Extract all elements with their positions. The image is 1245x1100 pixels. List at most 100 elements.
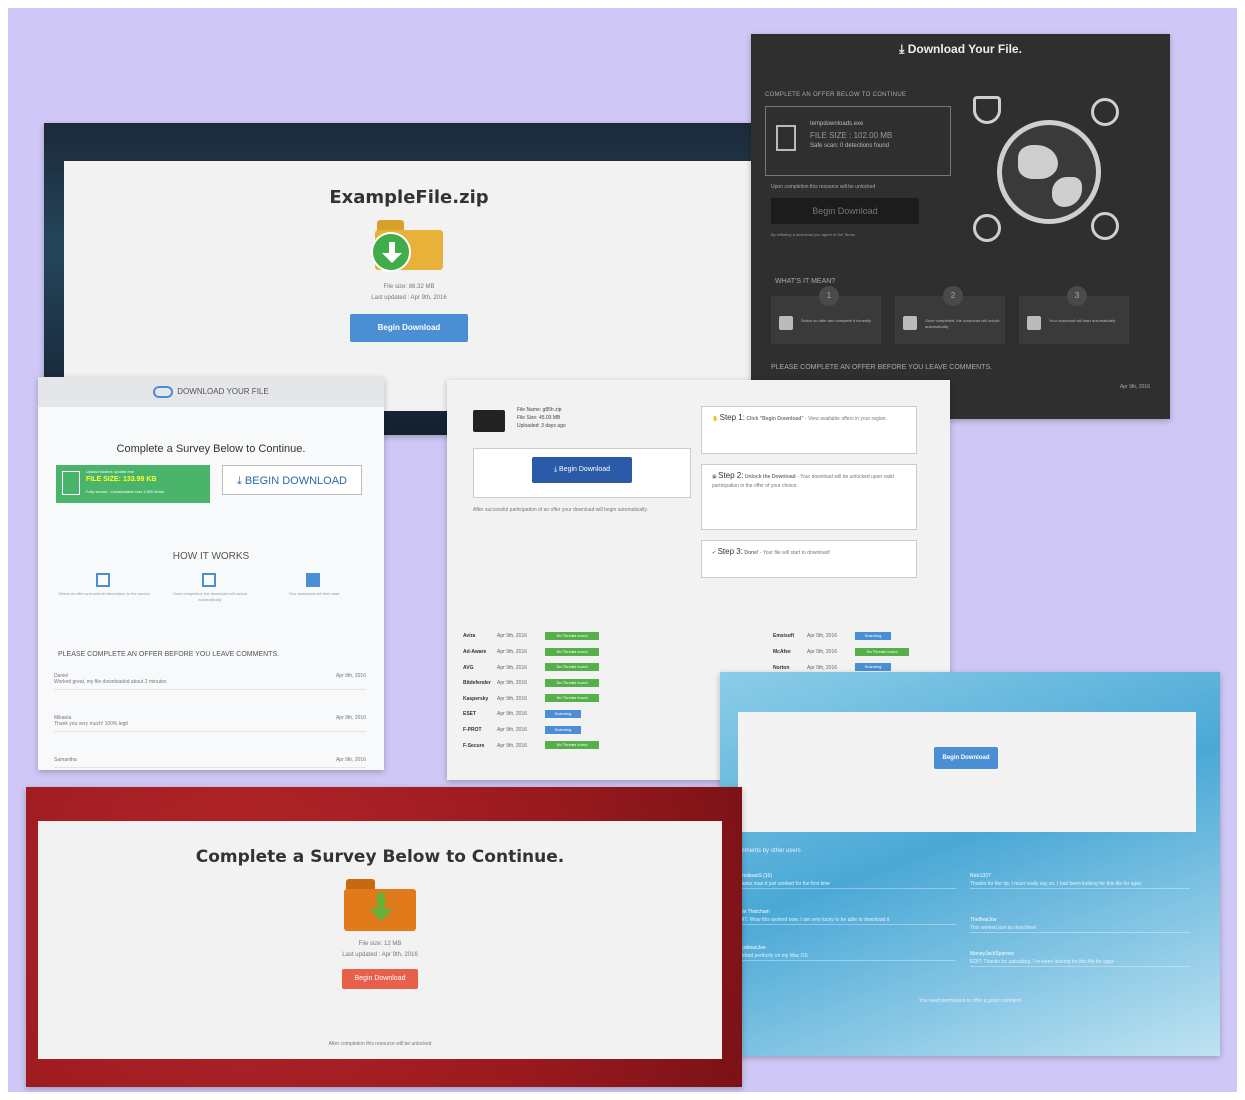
begin-download-button[interactable]: ⤓ Begin Download	[532, 457, 632, 483]
step-text: - Your file will start to download!	[758, 550, 830, 556]
scan-status-badge: No Threats found	[545, 663, 599, 672]
comment-text: EDIT: Wow this worked now. I am very luc…	[736, 917, 890, 923]
download-icon: ⤓	[237, 475, 245, 487]
antivirus-row: F-Secure Apr 9th, 2016 No Threats found	[463, 741, 599, 750]
comment-text: Thank you very much! 100% legit	[54, 721, 128, 727]
antivirus-row: ESET Apr 9th, 2016 Scanning	[463, 710, 581, 718]
comment-item: ChristiaanS (10) Thanks man it just work…	[736, 872, 956, 889]
file-size-text: File size: 12 MB	[358, 941, 402, 947]
scan-date: Apr 9th, 2016	[497, 726, 528, 733]
download-icon: ⤓	[899, 42, 908, 56]
survey-title: Complete a Survey Below to Continue.	[195, 847, 565, 867]
scan-date: Apr 9th, 2016	[497, 711, 528, 718]
antivirus-name: Norton	[773, 664, 790, 671]
uploaded-text: Uploaded: 3 days ago	[517, 423, 566, 429]
lock-icon	[1091, 98, 1119, 126]
how-step-text: Select an offer and submit information t…	[58, 591, 150, 596]
edit-icon	[96, 573, 110, 587]
dark-download-screenshot: ⤓ Download Your File. COMPLETE AN OFFER …	[751, 34, 1170, 419]
red-survey-screenshot: Complete a Survey Below to Continue. Fil…	[26, 787, 742, 1087]
folder-download-icon	[371, 220, 443, 272]
comment-item: Daniel Worked great, my file downloaded …	[54, 673, 366, 690]
antivirus-name: AVG	[463, 664, 474, 671]
how-it-works-heading: HOW IT WORKS	[172, 551, 250, 562]
comment-item: MoneyJackSparrow EDIT: Thanks for upload…	[970, 950, 1190, 967]
begin-download-button[interactable]: ⤓ BEGIN DOWNLOAD	[222, 465, 362, 495]
antivirus-row: Ad-Aware Apr 9th, 2016 No Threats found	[463, 647, 599, 656]
how-step-text: Your download will then start	[288, 591, 340, 596]
unlock-note: After completion this resource will be u…	[328, 1041, 432, 1047]
file-size-text: File size: 86.32 MB	[383, 284, 435, 290]
begin-download-button[interactable]: Begin Download	[350, 314, 468, 342]
scan-date: Apr 9th, 2016	[497, 742, 528, 749]
lock-step-icon	[903, 316, 917, 330]
step-text: - View available offers in your region.	[803, 416, 887, 422]
step-title: Step 3:	[717, 547, 743, 556]
scan-status-badge: No Threats found	[545, 678, 599, 687]
comment-item: JacobeanJoe Worked perfectly on my Mac O…	[736, 944, 956, 961]
signal-icon	[973, 214, 1001, 242]
begin-download-label: BEGIN DOWNLOAD	[244, 475, 347, 487]
comments-heading: Comments by other users	[732, 848, 801, 854]
sky-download-screenshot: Begin Download Comments by other users C…	[720, 672, 1220, 1056]
file-size: File Size: 45.03 MB	[517, 415, 561, 421]
comment-text: Thanks man it just worked for the first …	[736, 881, 830, 887]
begin-download-button[interactable]: Begin Download	[342, 969, 418, 989]
file-info-banner: Upload hosted: update.exe FILE SIZE: 133…	[56, 465, 210, 503]
comment-author: TheBestJoe	[970, 917, 997, 923]
globe-icon	[997, 120, 1101, 224]
scan-status-badge: No Threats found	[545, 647, 599, 656]
file-size: FILE SIZE : 102.00 MB	[810, 131, 893, 140]
antivirus-row: McAfee Apr 9th, 2016 No Threats found	[773, 647, 909, 656]
comment-text: Worked perfectly on my Mac OS	[736, 953, 808, 959]
comment-author: Nick1337	[970, 873, 991, 879]
folder-icon	[473, 410, 505, 432]
step-title: Step 1:	[719, 413, 745, 422]
scan-date: Apr 9th, 2016	[807, 664, 838, 671]
step-icon	[779, 316, 793, 330]
survey-download-screenshot: DOWNLOAD YOUR FILE Complete a Survey Bel…	[38, 377, 384, 770]
scan-status-badge: No Threats found	[545, 632, 599, 640]
step-icon: ✋	[712, 416, 720, 422]
antivirus-name: Emsisoft	[773, 633, 795, 640]
shield-icon	[973, 96, 1001, 124]
antivirus-name: Ad-Aware	[463, 648, 487, 655]
file-note: Safe scan: 0 detections found	[810, 143, 890, 149]
scan-date: Apr 9th, 2016	[497, 633, 528, 640]
download-card: Complete a Survey Below to Continue. Fil…	[38, 821, 722, 1059]
file-title: ExampleFile.zip	[329, 187, 489, 208]
antivirus-row: F-PROT Apr 9th, 2016 Scanning	[463, 725, 581, 734]
secure-text: Fully secure - Downloaded over 4,000 tim…	[86, 489, 165, 494]
terms-note: By initiating a download you agree to th…	[771, 232, 855, 237]
comment-author: Julie Thatcham	[736, 909, 770, 915]
step-3-card: ✔ Step 3: Done! - Your file will start t…	[701, 540, 917, 578]
antivirus-name: F-Secure	[463, 742, 485, 749]
begin-download-button[interactable]: Begin Download	[771, 198, 919, 224]
scan-status-badge: No Threats found	[545, 741, 599, 750]
date-text: Apr 9th, 2016	[1119, 384, 1150, 390]
antivirus-name: ESET	[463, 711, 477, 718]
scan-date: Apr 9th, 2016	[807, 633, 838, 640]
scan-status-badge: Scanning	[855, 663, 891, 672]
comment-text: Worked great, my file downloaded about 2…	[54, 679, 167, 685]
upload-host-text: Upload hosted: update.exe	[86, 469, 134, 474]
comment-item: TheBestJoe This worked just as described	[970, 916, 1190, 933]
antivirus-row: Emsisoft Apr 9th, 2016 Scanning	[773, 632, 891, 640]
comment-date: Apr 9th, 2016	[335, 673, 366, 679]
offer-subheader: COMPLETE AN OFFER BELOW TO CONTINUE	[765, 92, 907, 98]
scan-status-badge: Scanning	[545, 710, 581, 718]
how-step-text: Once completed, the download will unlock…	[172, 591, 248, 602]
scan-date: Apr 9th, 2016	[497, 664, 528, 671]
comment-author: MoneyJackSparrow	[970, 951, 1014, 957]
step-title: Step 2:	[718, 471, 744, 480]
scan-status-badge: No Threats found	[855, 647, 909, 656]
antivirus-name: Avira	[463, 633, 476, 640]
antivirus-row: Kaspersky Apr 9th, 2016 No Threats found	[463, 694, 599, 703]
scan-date: Apr 9th, 2016	[807, 648, 838, 655]
download-card	[738, 712, 1196, 832]
scan-status-badge: No Threats found	[545, 694, 599, 703]
comment-author: Samantha	[54, 757, 77, 763]
begin-download-button[interactable]: Begin Download	[934, 747, 998, 769]
step-1-card: ✋ Step 1: Click "Begin Download" - View …	[701, 406, 917, 454]
after-participation-text: After successful participation of an off…	[473, 507, 648, 513]
